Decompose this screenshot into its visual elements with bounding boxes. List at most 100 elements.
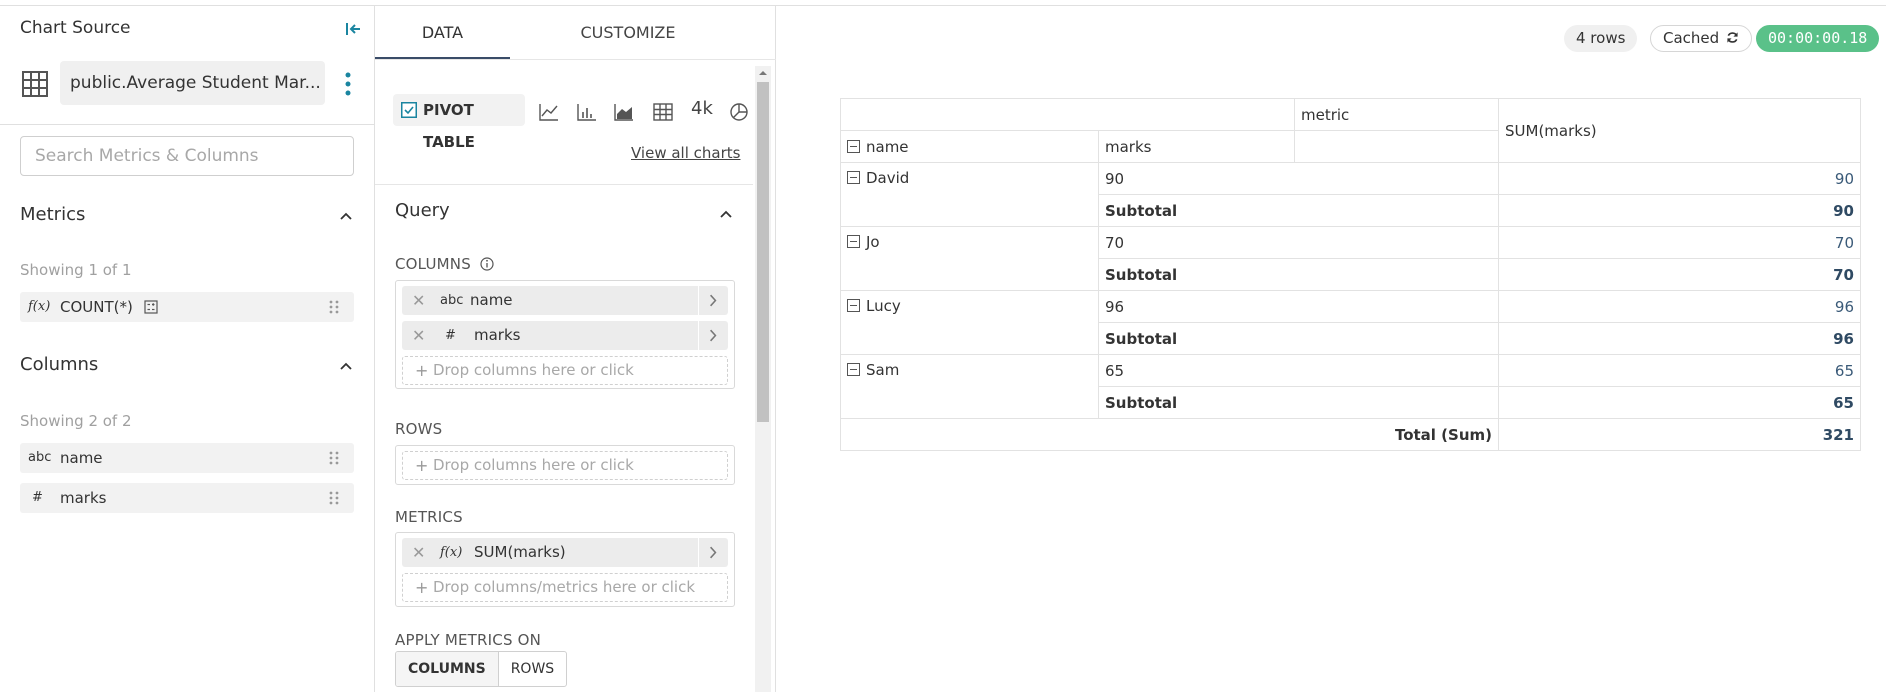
drag-handle-icon[interactable]	[328, 450, 340, 466]
collapse-panel-icon[interactable]	[344, 20, 362, 38]
info-icon[interactable]	[480, 257, 494, 271]
pivot-value-cell: 96	[1498, 290, 1861, 323]
chevron-up-icon[interactable]	[338, 358, 354, 374]
pivot-table: metric SUM(marks) name marks David 90 90…	[840, 98, 1861, 451]
apply-columns-option[interactable]: COLUMNS	[396, 652, 499, 686]
line-chart-icon[interactable]	[538, 102, 560, 122]
more-options-icon[interactable]	[342, 71, 354, 97]
tab-customize[interactable]: CUSTOMIZE	[510, 6, 746, 59]
remove-x-icon[interactable]: ✕	[412, 286, 425, 315]
pivot-subtotal-label: Subtotal	[1098, 322, 1499, 355]
metrics-heading[interactable]: Metrics	[20, 204, 85, 225]
columns-dropzone: ✕ abc name ✕ # marks + Drop columns here…	[395, 280, 735, 389]
pivot-value-header[interactable]: SUM(marks)	[1498, 98, 1861, 163]
drag-handle-icon[interactable]	[328, 299, 340, 315]
pivot-subtotal-value: 70	[1498, 258, 1861, 291]
row-name: Jo	[866, 233, 880, 251]
pivot-value-cell: 70	[1498, 226, 1861, 259]
metrics-field-label: METRICS	[395, 508, 463, 526]
string-type-icon: abc	[28, 450, 52, 465]
string-type-icon: abc	[440, 293, 464, 308]
rows-field-label: ROWS	[395, 420, 443, 438]
pivot-row-header-name[interactable]: name	[840, 130, 1099, 163]
view-all-charts-link[interactable]: View all charts	[631, 144, 740, 162]
pivot-name-cell[interactable]: Jo	[840, 226, 1099, 291]
numeric-type-icon: #	[445, 328, 456, 343]
metric-item-label: COUNT(*)	[60, 298, 133, 316]
remove-x-icon[interactable]: ✕	[412, 538, 425, 567]
collapse-minus-icon[interactable]	[847, 363, 860, 376]
column-chip-name[interactable]: ✕ abc name	[402, 286, 728, 315]
collapse-minus-icon[interactable]	[847, 299, 860, 312]
columns-heading[interactable]: Columns	[20, 354, 98, 375]
function-icon: f(x)	[28, 299, 51, 314]
search-metrics-columns-input[interactable]	[20, 136, 354, 176]
table-icon[interactable]	[652, 102, 674, 122]
scrollbar-thumb[interactable]	[757, 82, 769, 422]
pivot-table-label: PIVOT TABLE	[423, 101, 475, 151]
collapse-minus-icon[interactable]	[847, 139, 860, 153]
plus-icon: +	[415, 456, 429, 475]
row-name: David	[866, 169, 910, 187]
metrics-drop-target[interactable]: + Drop columns/metrics here or click	[402, 573, 728, 602]
area-chart-icon[interactable]	[613, 102, 635, 122]
pivot-name-cell[interactable]: David	[840, 162, 1099, 227]
metric-chip-sum-marks[interactable]: ✕ f(x) SUM(marks)	[402, 538, 728, 567]
row-count-badge: 4 rows	[1564, 25, 1638, 52]
chevron-up-icon[interactable]	[338, 208, 354, 224]
collapse-minus-icon[interactable]	[847, 235, 860, 248]
remove-x-icon[interactable]: ✕	[412, 321, 425, 350]
chip-label: SUM(marks)	[474, 543, 566, 561]
drop-hint: Drop columns here or click	[433, 456, 634, 474]
apply-rows-option[interactable]: ROWS	[499, 652, 566, 686]
pivot-table-viz-button[interactable]: PIVOT TABLE	[393, 94, 525, 151]
refresh-icon[interactable]	[1726, 31, 1739, 44]
chevron-right-icon[interactable]	[698, 286, 728, 315]
collapse-minus-icon[interactable]	[847, 171, 860, 184]
scroll-up-arrow-icon[interactable]	[758, 68, 768, 78]
function-icon: f(x)	[440, 545, 463, 560]
tab-divider	[375, 59, 776, 60]
columns-field-label: COLUMNS	[395, 255, 494, 273]
chevron-up-icon[interactable]	[718, 206, 734, 222]
pivot-metric-header: metric	[1294, 98, 1499, 131]
cached-badge[interactable]: Cached	[1650, 25, 1752, 52]
chart-source-panel: Chart Source public.Average Student Mar.…	[0, 6, 375, 692]
drop-hint: Drop columns here or click	[433, 361, 634, 379]
column-item-name[interactable]: abc name	[20, 443, 354, 473]
pivot-subtotal-value: 96	[1498, 322, 1861, 355]
dataset-name[interactable]: public.Average Student Mar...	[60, 61, 325, 105]
numeric-type-icon: #	[32, 490, 43, 505]
pivot-marks-cell: 90	[1098, 162, 1499, 195]
column-item-marks[interactable]: # marks	[20, 483, 354, 513]
big-number-icon[interactable]: 4k	[691, 98, 713, 119]
chevron-right-icon[interactable]	[698, 538, 728, 567]
column-chip-marks[interactable]: ✕ # marks	[402, 321, 728, 350]
divider	[375, 184, 753, 185]
query-heading[interactable]: Query	[395, 200, 450, 221]
pivot-name-cell[interactable]: Lucy	[840, 290, 1099, 355]
columns-drop-target[interactable]: + Drop columns here or click	[402, 356, 728, 385]
pivot-subtotal-value: 65	[1498, 386, 1861, 419]
bar-chart-icon[interactable]	[576, 102, 598, 122]
column-item-label: name	[60, 449, 103, 467]
pivot-name-cell[interactable]: Sam	[840, 354, 1099, 419]
row-name: Lucy	[866, 297, 901, 315]
pivot-header-empty	[840, 98, 1295, 131]
tab-data[interactable]: DATA	[375, 6, 510, 59]
pivot-value-cell: 65	[1498, 354, 1861, 387]
chevron-right-icon[interactable]	[698, 321, 728, 350]
dataset-table-icon	[22, 71, 48, 97]
pivot-marks-cell: 96	[1098, 290, 1499, 323]
pivot-marks-cell: 65	[1098, 354, 1499, 387]
cached-label: Cached	[1663, 29, 1720, 47]
pie-chart-icon[interactable]	[729, 102, 749, 122]
pivot-subtotal-label: Subtotal	[1098, 194, 1499, 227]
metric-item-count[interactable]: f(x) COUNT(*)	[20, 292, 354, 322]
metrics-dropzone: ✕ f(x) SUM(marks) + Drop columns/metrics…	[395, 532, 735, 607]
drag-handle-icon[interactable]	[328, 490, 340, 506]
pivot-subtotal-label: Subtotal	[1098, 258, 1499, 291]
pivot-row-header-marks[interactable]: marks	[1098, 130, 1295, 163]
rows-drop-target[interactable]: + Drop columns here or click	[402, 451, 728, 480]
apply-metrics-label: APPLY METRICS ON	[395, 631, 542, 649]
